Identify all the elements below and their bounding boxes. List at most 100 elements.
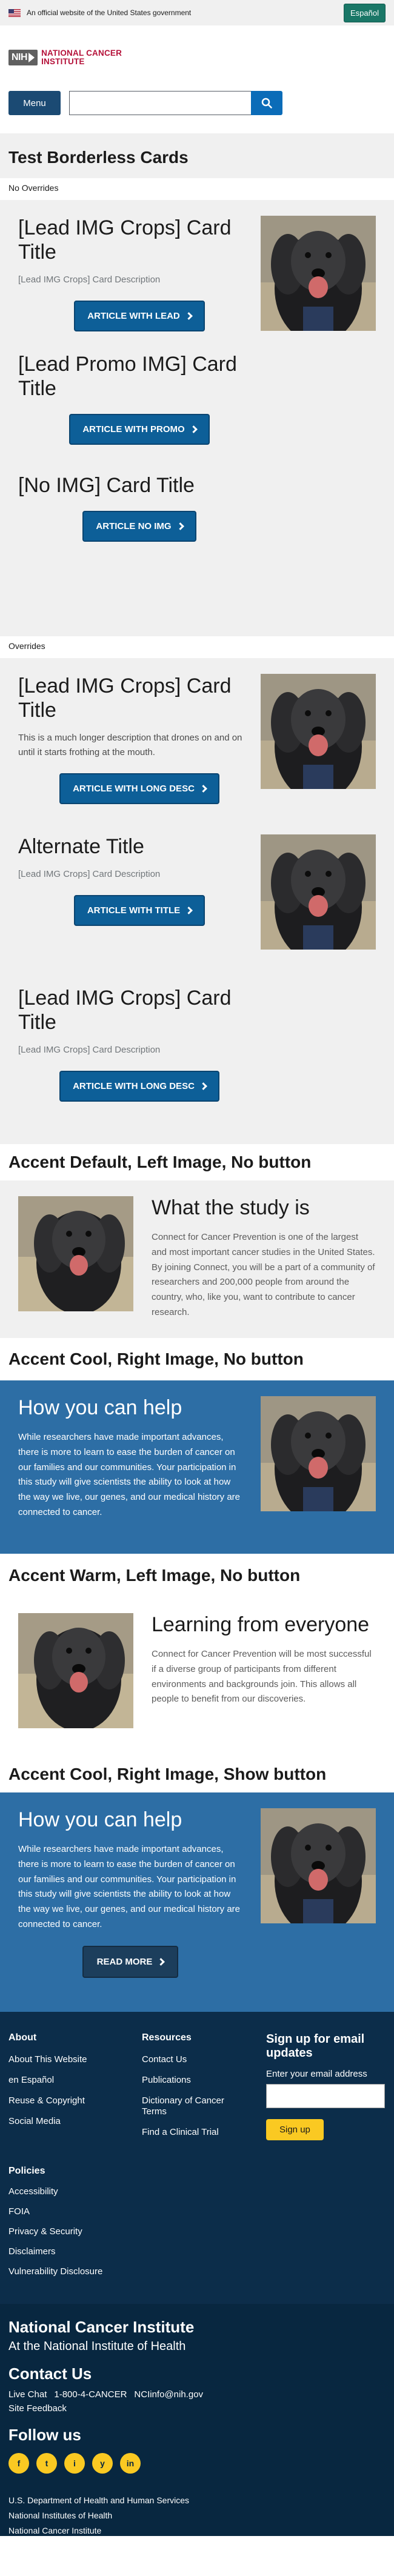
feature-text: How you can help While researchers have … <box>18 1396 242 1536</box>
footer-link[interactable]: Social Media <box>8 2116 142 2127</box>
feature-heading: Accent Default, Left Image, No button <box>8 1153 312 1171</box>
feature-body: While researchers have made important ad… <box>18 1432 241 1517</box>
footer-policies: Policies Accessibility FOIA Privacy & Se… <box>0 2163 394 2304</box>
dog-image[interactable] <box>261 674 376 789</box>
us-flag-icon <box>8 8 21 17</box>
footer-gov-link[interactable]: National Cancer Institute <box>8 2526 386 2535</box>
feature-body: Connect for Cancer Prevention is one of … <box>152 1232 375 1317</box>
footer-link[interactable]: en Español <box>8 2075 142 2086</box>
feature-heading: Accent Warm, Left Image, No button <box>8 1566 301 1585</box>
feature-heading-row: Accent Default, Left Image, No button <box>0 1144 394 1180</box>
footer-policies-heading: Policies <box>8 2166 45 2176</box>
feature-text: Learning from everyone Connect for Cance… <box>152 1613 376 1738</box>
card-title[interactable]: [Lead IMG Crops] Card Title <box>18 986 261 1034</box>
footer-org-name[interactable]: National Cancer Institute <box>8 2318 386 2336</box>
card-button-wrap: ARTICLE NO IMG <box>18 511 261 542</box>
borderless-card: [Lead Promo IMG] Card Title ARTICLE WITH… <box>0 352 394 473</box>
chevron-right-icon <box>176 522 184 530</box>
facebook-icon[interactable]: f <box>8 2452 29 2474</box>
nav-row: Menu <box>8 91 386 115</box>
card-button[interactable]: ARTICLE WITH LONG DESC <box>59 1071 219 1102</box>
read-more-button[interactable]: READ MORE <box>82 1945 179 1978</box>
card-title[interactable]: [Lead IMG Crops] Card Title <box>18 216 261 264</box>
instagram-icon[interactable]: i <box>64 2452 85 2474</box>
footer-link[interactable]: Privacy & Security <box>8 2226 386 2237</box>
espanol-button[interactable]: Español <box>344 3 386 22</box>
gov-banner: An official website of the United States… <box>0 0 394 25</box>
signup-button[interactable]: Sign up <box>266 2119 324 2140</box>
signup-label: Enter your email address <box>266 2069 367 2079</box>
cards-no-overrides: [Lead IMG Crops] Card Title [Lead IMG Cr… <box>0 200 394 636</box>
card-text: [No IMG] Card Title ARTICLE NO IMG <box>18 473 261 564</box>
card-title[interactable]: [Lead Promo IMG] Card Title <box>18 352 261 401</box>
menu-button[interactable]: Menu <box>8 91 61 115</box>
feature-card: What the study is Connect for Cancer Pre… <box>0 1180 394 1338</box>
feature-body: Connect for Cancer Prevention will be mo… <box>152 1649 372 1705</box>
footer-link[interactable]: Accessibility <box>8 2186 386 2197</box>
card-text: Alternate Title [Lead IMG Crops] Card De… <box>18 834 261 986</box>
read-more-wrap: READ MORE <box>18 1932 242 1978</box>
search-input[interactable] <box>69 91 251 115</box>
youtube-icon[interactable]: y <box>92 2452 113 2474</box>
feature-card: Learning from everyone Connect for Cance… <box>0 1597 394 1756</box>
phone-link[interactable]: 1-800-4-CANCER <box>54 2389 127 2400</box>
feature-title: How you can help <box>18 1396 182 1419</box>
dog-image[interactable] <box>261 834 376 950</box>
live-chat-link[interactable]: Live Chat <box>8 2389 47 2400</box>
footer-link[interactable]: About This Website <box>8 2054 142 2065</box>
feature-body: While researchers have made important ad… <box>18 1844 241 1929</box>
card-button-label: ARTICLE NO IMG <box>96 521 172 532</box>
footer-contact-row: Live Chat 1-800-4-CANCER NCIinfo@nih.gov <box>8 2389 386 2400</box>
borderless-card: [Lead IMG Crops] Card Title This is a mu… <box>0 674 394 834</box>
footer-org-sub: At the National Institute of Health <box>8 2339 186 2353</box>
footer-gov-link[interactable]: U.S. Department of Health and Human Serv… <box>8 2495 386 2505</box>
dog-image <box>18 1196 133 1311</box>
dog-image <box>261 1808 376 1923</box>
twitter-icon[interactable]: t <box>36 2452 57 2474</box>
dog-image <box>261 1396 376 1511</box>
footer-link[interactable]: Publications <box>142 2075 266 2086</box>
card-description: This is a much longer description that d… <box>18 733 242 758</box>
card-text: [Lead IMG Crops] Card Title This is a mu… <box>18 674 261 834</box>
dog-image[interactable] <box>261 216 376 331</box>
linkedin-icon[interactable]: in <box>120 2452 141 2474</box>
dog-image <box>18 1613 133 1728</box>
footer-link[interactable]: Find a Clinical Trial <box>142 2127 266 2138</box>
nih-swoosh-icon <box>28 53 35 62</box>
borderless-card: [Lead IMG Crops] Card Title [Lead IMG Cr… <box>0 986 394 1125</box>
card-button-label: ARTICLE WITH LONG DESC <box>73 784 195 794</box>
footer-link[interactable]: Dictionary of Cancer Terms <box>142 2095 239 2117</box>
card-button[interactable]: ARTICLE NO IMG <box>82 511 196 542</box>
search-icon <box>261 98 272 108</box>
card-button-label: ARTICLE WITH TITLE <box>87 905 181 916</box>
nci-logo[interactable]: NIH NATIONAL CANCER INSTITUTE <box>8 42 386 73</box>
footer-link[interactable]: Reuse & Copyright <box>8 2095 142 2106</box>
card-button[interactable]: ARTICLE WITH LONG DESC <box>59 773 219 805</box>
footer-gov-link[interactable]: USA.gov <box>8 2541 386 2551</box>
site-feedback-link[interactable]: Site Feedback <box>8 2403 386 2414</box>
footer-link[interactable]: Vulnerability Disclosure <box>8 2266 386 2277</box>
feature-card: How you can help While researchers have … <box>0 1380 394 1554</box>
footer-link[interactable]: Disclaimers <box>8 2246 386 2257</box>
card-button-wrap: ARTICLE WITH TITLE <box>18 895 261 927</box>
card-description: [Lead IMG Crops] Card Description <box>18 869 161 880</box>
card-button-wrap: ARTICLE WITH PROMO <box>18 414 261 445</box>
footer-link[interactable]: Contact Us <box>142 2054 266 2065</box>
card-button[interactable]: ARTICLE WITH LEAD <box>74 301 205 332</box>
footer-resources-heading: Resources <box>142 2032 192 2043</box>
footer-bottom: National Cancer Institute At the Nationa… <box>0 2304 394 2551</box>
signup-heading: Sign up for email updates <box>266 2032 365 2060</box>
email-link[interactable]: NCIinfo@nih.gov <box>134 2389 203 2400</box>
footer-gov-link[interactable]: National Institutes of Health <box>8 2511 386 2520</box>
card-title[interactable]: [No IMG] Card Title <box>18 473 261 498</box>
card-title[interactable]: Alternate Title <box>18 834 261 859</box>
card-description: [Lead IMG Crops] Card Description <box>18 1045 161 1056</box>
card-button[interactable]: ARTICLE WITH PROMO <box>69 414 210 445</box>
email-input[interactable] <box>266 2084 385 2108</box>
card-title[interactable]: [Lead IMG Crops] Card Title <box>18 674 261 722</box>
feature-heading-row: Accent Cool, Right Image, Show button <box>0 1756 394 1792</box>
footer-link[interactable]: FOIA <box>8 2206 386 2217</box>
search-button[interactable] <box>251 91 282 115</box>
feature-title: How you can help <box>18 1808 182 1831</box>
card-button[interactable]: ARTICLE WITH TITLE <box>73 895 205 927</box>
